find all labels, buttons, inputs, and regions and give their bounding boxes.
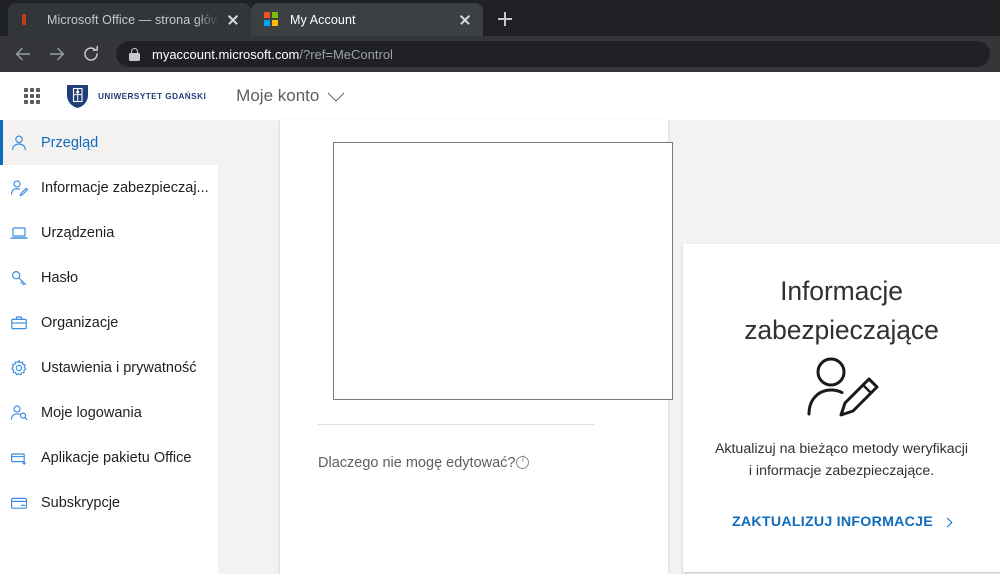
sidebar-item-label: Aplikacje pakietu Office <box>41 450 191 466</box>
lock-icon <box>129 48 140 61</box>
laptop-icon <box>9 223 29 243</box>
tab-title: My Account <box>290 13 451 27</box>
browser-toolbar: myaccount.microsoft.com /?ref=MeControl <box>0 36 1000 72</box>
tab-microsoft-office[interactable]: Microsoft Office — strona główna <box>8 3 251 36</box>
person-edit-icon <box>9 178 29 198</box>
sidebar-navigation: Przegląd Informacje zabezpieczaj... Urzą… <box>0 120 218 574</box>
sidebar-item-label: Organizacje <box>41 315 118 331</box>
sidebar-item-informacje-zabezpieczajace[interactable]: Informacje zabezpieczaj... <box>0 165 218 210</box>
forward-arrow-icon[interactable] <box>44 41 70 67</box>
sidebar-item-label: Informacje zabezpieczaj... <box>41 180 209 196</box>
close-icon[interactable] <box>225 12 241 28</box>
close-icon[interactable] <box>457 12 473 28</box>
card-title-line2: zabezpieczające <box>709 311 974 350</box>
reload-icon[interactable] <box>78 41 104 67</box>
card-title-line1: Informacje <box>709 272 974 311</box>
sidebar-item-aplikacje-pakietu-office[interactable]: Aplikacje pakietu Office <box>0 435 218 480</box>
sidebar-item-label: Ustawienia i prywatność <box>41 360 197 376</box>
brand-logo[interactable]: UNIWERSYTET GDAŃSKI <box>64 81 210 111</box>
sidebar-item-label: Urządzenia <box>41 225 114 241</box>
account-menu[interactable]: Moje konto <box>236 86 342 106</box>
sidebar-item-moje-logowania[interactable]: Moje logowania <box>0 390 218 435</box>
sidebar-item-label: Hasło <box>41 270 78 286</box>
page-content: UNIWERSYTET GDAŃSKI Moje konto Przegląd <box>0 72 1000 574</box>
key-icon <box>9 268 29 288</box>
app-launcher-icon[interactable] <box>12 76 52 116</box>
sidebar-item-label: Przegląd <box>41 135 98 151</box>
chevron-down-icon <box>328 85 345 102</box>
new-tab-button[interactable] <box>491 5 519 33</box>
sidebar-item-urzadzenia[interactable]: Urządzenia <box>0 210 218 255</box>
sidebar-item-haslo[interactable]: Hasło <box>0 255 218 300</box>
sidebar-item-organizacje[interactable]: Organizacje <box>0 300 218 345</box>
address-bar[interactable]: myaccount.microsoft.com /?ref=MeControl <box>116 41 990 67</box>
url-path: /?ref=MeControl <box>299 47 393 62</box>
person-search-icon <box>9 403 29 423</box>
office-icon <box>20 12 36 28</box>
person-icon <box>9 133 29 153</box>
chevron-right-icon <box>943 517 953 527</box>
body-area: Przegląd Informacje zabezpieczaj... Urzą… <box>0 120 1000 574</box>
briefcase-icon <box>9 313 29 333</box>
sidebar-item-label: Moje logowania <box>41 405 142 421</box>
tab-title: Microsoft Office — strona główna <box>47 13 219 27</box>
main-content: Dlaczego nie mogę edytować? Informacje z… <box>218 120 1000 574</box>
url-host: myaccount.microsoft.com <box>152 47 299 62</box>
card-description: Aktualizuj na bieżąco metody weryfikacji… <box>709 438 974 482</box>
brand-wordmark: UNIWERSYTET GDAŃSKI <box>98 92 206 101</box>
sidebar-item-label: Subskrypcje <box>41 495 120 511</box>
browser-window: Microsoft Office — strona główna My Acco… <box>0 0 1000 574</box>
app-header: UNIWERSYTET GDAŃSKI Moje konto <box>0 72 1000 120</box>
window-app-icon <box>9 448 29 468</box>
update-info-link[interactable]: ZAKTUALIZUJ INFORMACJE <box>732 514 951 530</box>
divider <box>318 424 594 425</box>
profile-photo-placeholder <box>333 142 673 400</box>
card-icon <box>9 493 29 513</box>
back-arrow-icon[interactable] <box>10 41 36 67</box>
why-cannot-edit-link[interactable]: Dlaczego nie mogę edytować? <box>318 455 529 471</box>
profile-card: Dlaczego nie mogę edytować? <box>280 120 668 574</box>
account-menu-label: Moje konto <box>236 86 319 106</box>
tab-my-account[interactable]: My Account <box>251 3 483 36</box>
gear-icon <box>9 358 29 378</box>
sidebar-item-przeglad[interactable]: Przegląd <box>0 120 218 165</box>
sidebar-item-subskrypcje[interactable]: Subskrypcje <box>0 480 218 525</box>
update-info-label: ZAKTUALIZUJ INFORMACJE <box>732 514 933 530</box>
info-icon[interactable] <box>516 456 529 469</box>
tab-strip: Microsoft Office — strona główna My Acco… <box>0 0 1000 36</box>
university-gdansk-emblem-icon <box>64 83 91 109</box>
security-info-card: Informacje zabezpieczające Aktualizuj na… <box>683 244 1000 572</box>
why-cannot-edit-label: Dlaczego nie mogę edytować? <box>318 455 515 471</box>
microsoft-logo-icon <box>263 12 279 28</box>
person-edit-illustration <box>709 356 974 418</box>
sidebar-item-ustawienia-i-prywatnosc[interactable]: Ustawienia i prywatność <box>0 345 218 390</box>
